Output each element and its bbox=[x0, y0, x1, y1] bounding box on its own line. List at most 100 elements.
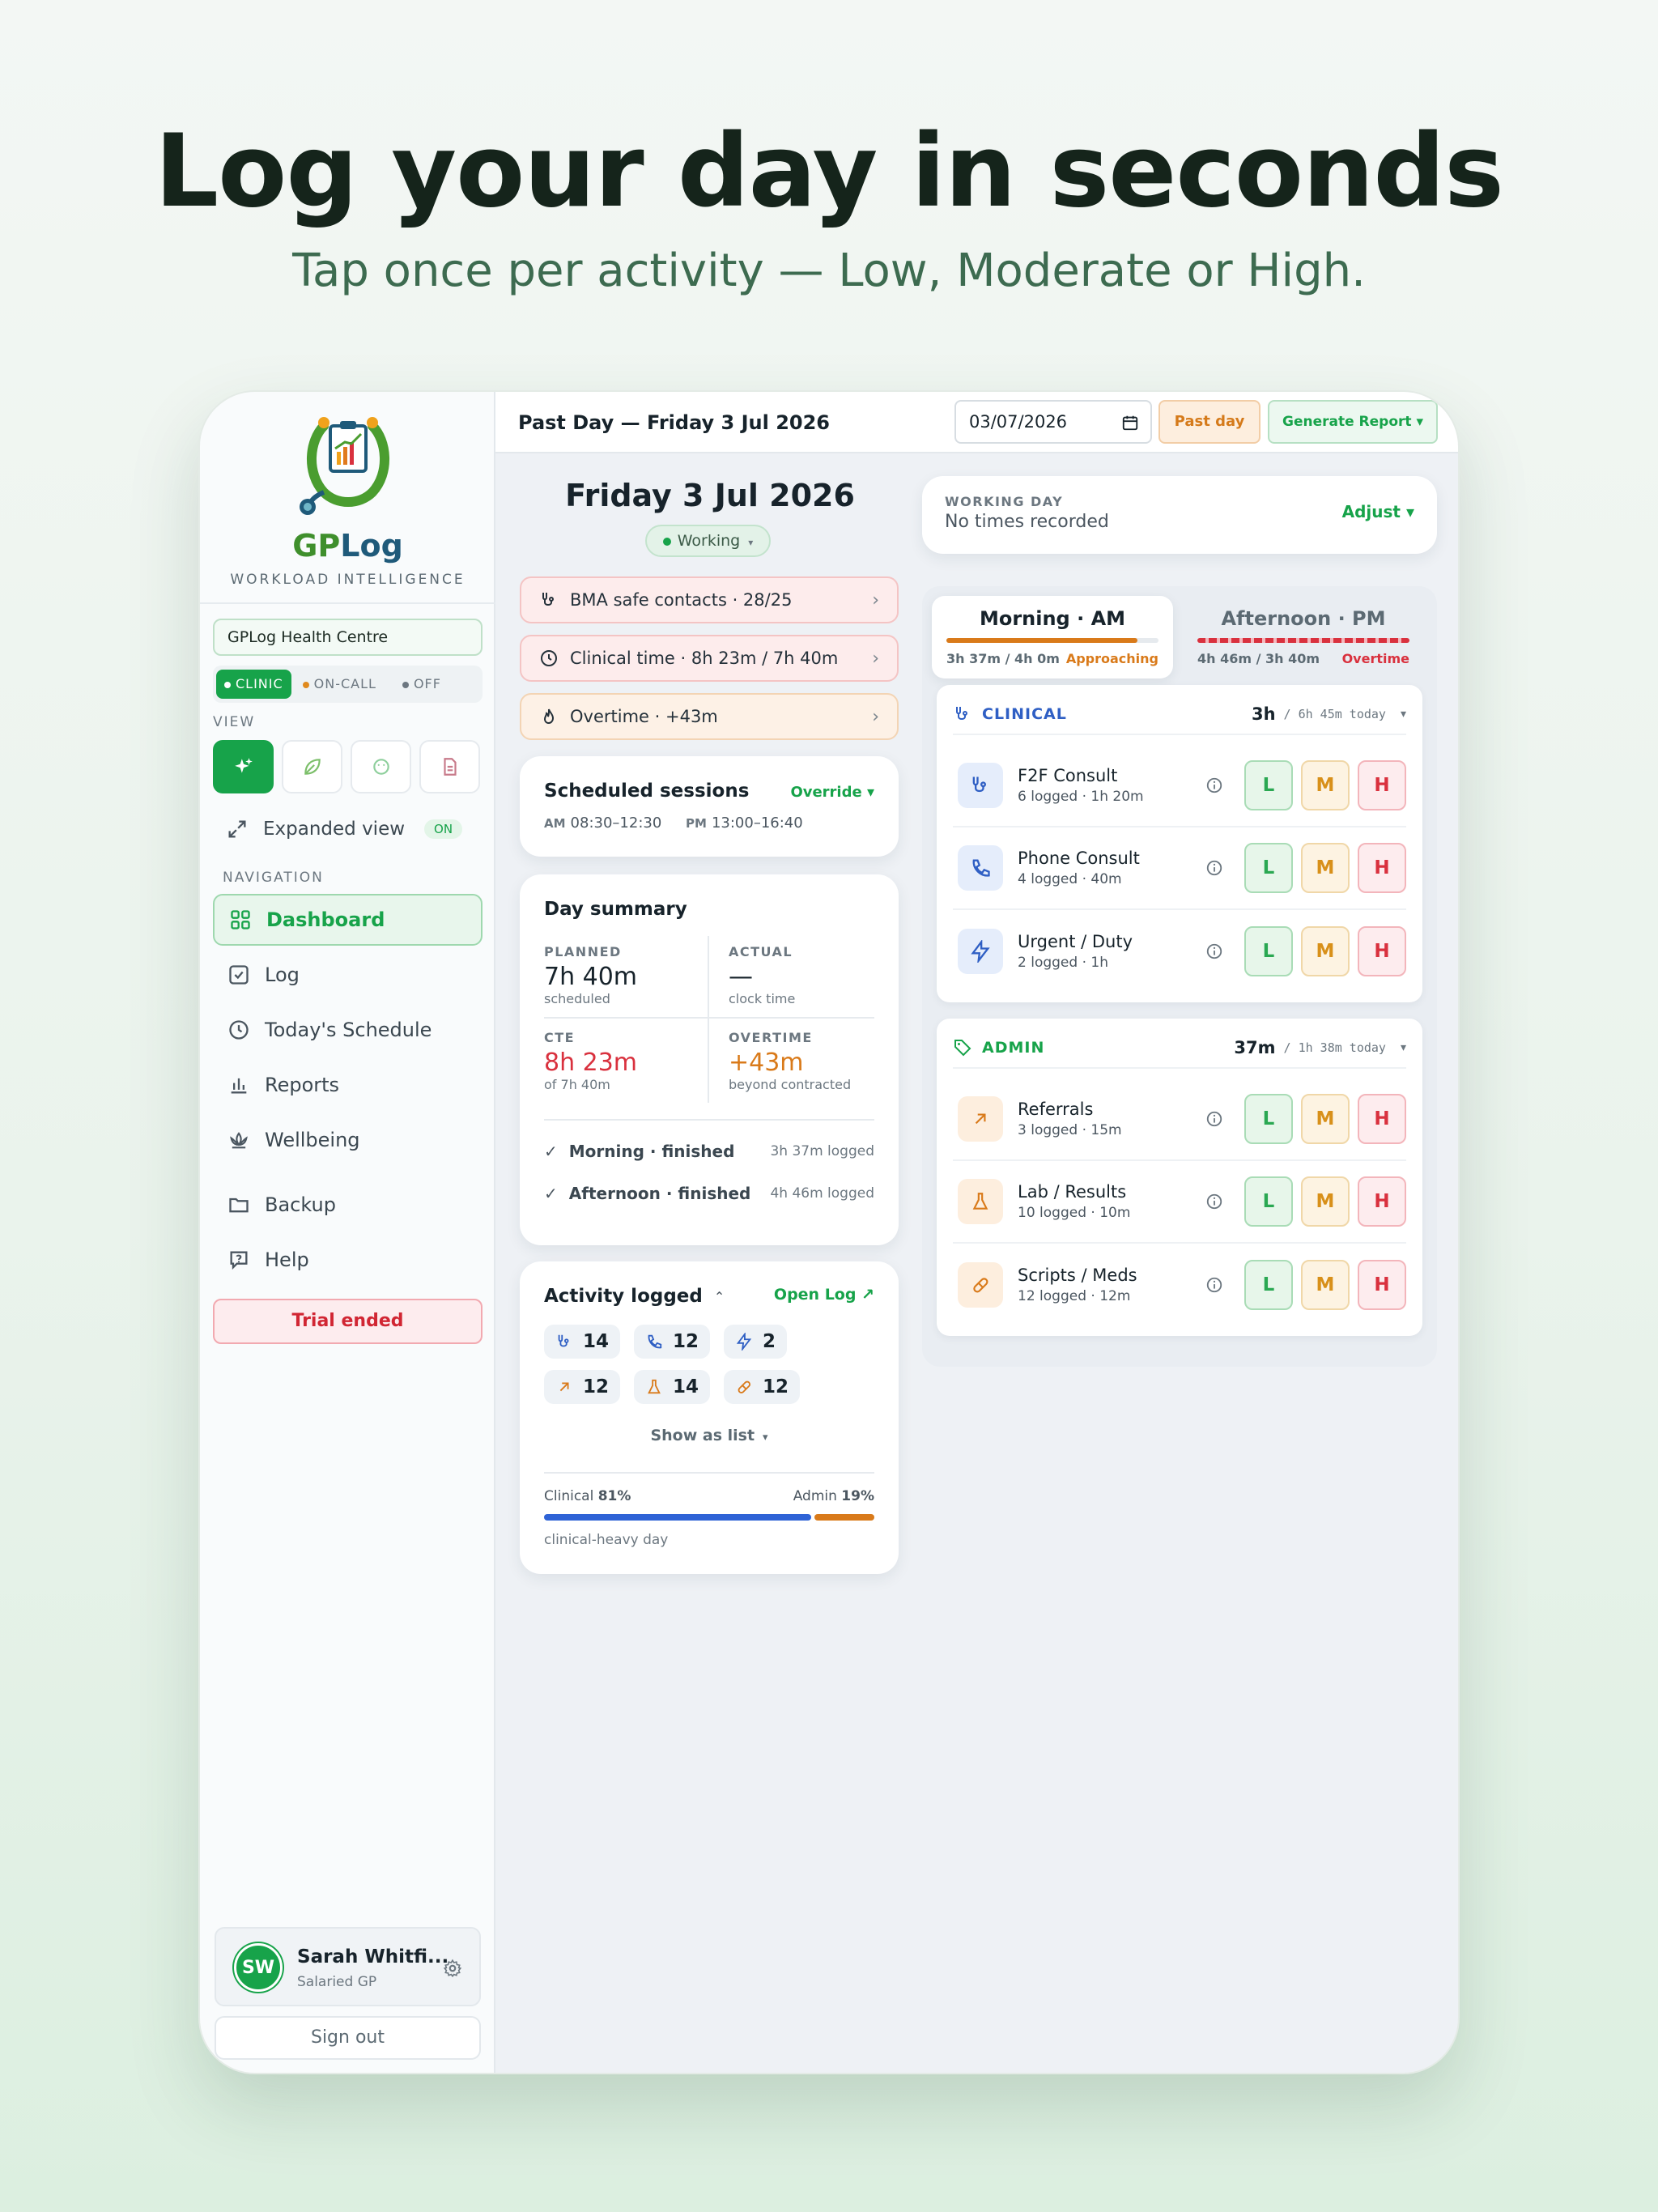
date-input[interactable]: 03/07/2026 bbox=[954, 400, 1152, 444]
view-document-button[interactable] bbox=[419, 740, 480, 793]
admin-total: 37m bbox=[1234, 1038, 1276, 1057]
alert-clinical-time[interactable]: Clinical time · 8h 23m / 7h 40m › bbox=[520, 635, 899, 682]
info-icon[interactable] bbox=[1205, 1193, 1223, 1210]
low-button[interactable]: L bbox=[1244, 1094, 1293, 1144]
chevron-down-icon: ▾ bbox=[763, 1431, 768, 1444]
nav-wellbeing[interactable]: Wellbeing bbox=[213, 1114, 483, 1166]
moderate-button[interactable]: M bbox=[1301, 760, 1350, 810]
pm-time: 13:00–16:40 bbox=[711, 815, 803, 832]
activity-name: Phone Consult bbox=[1018, 849, 1140, 868]
admin-split-label: Admin 19% bbox=[793, 1488, 874, 1504]
actual-cell: ACTUAL — clock time bbox=[729, 944, 795, 1006]
clinical-split-label: Clinical 81% bbox=[544, 1488, 631, 1504]
low-button[interactable]: L bbox=[1244, 843, 1293, 893]
info-icon[interactable] bbox=[1205, 1110, 1223, 1128]
scheduled-sessions-card: Scheduled sessions Override ▾ AM 08:30–12… bbox=[520, 756, 899, 857]
view-leaf-button[interactable] bbox=[282, 740, 342, 793]
tab-afternoon-progress bbox=[1197, 638, 1409, 643]
split-bar bbox=[544, 1514, 874, 1521]
nav-wellbeing-label: Wellbeing bbox=[265, 1129, 360, 1151]
practice-selector[interactable]: GPLog Health Centre bbox=[213, 619, 483, 656]
nav-todays-schedule[interactable]: Today's Schedule bbox=[213, 1004, 483, 1056]
arrow-up-right-icon bbox=[559, 1382, 569, 1392]
mode-off[interactable]: OFF bbox=[394, 670, 449, 699]
planned-label: PLANNED bbox=[544, 944, 622, 959]
count-phone: 12 bbox=[634, 1325, 711, 1359]
check-icon: ✓ bbox=[544, 1142, 558, 1161]
nav-help[interactable]: Help bbox=[213, 1234, 483, 1286]
override-button[interactable]: Override ▾ bbox=[790, 784, 874, 801]
trial-ended-button[interactable]: Trial ended bbox=[213, 1299, 483, 1344]
activity-logged-header[interactable]: Activity logged ⌃ bbox=[544, 1286, 725, 1307]
high-button[interactable]: H bbox=[1358, 843, 1406, 893]
moderate-button[interactable]: M bbox=[1301, 843, 1350, 893]
moderate-button[interactable]: M bbox=[1301, 1094, 1350, 1144]
nav-reports-label: Reports bbox=[265, 1074, 340, 1096]
nav-log[interactable]: Log bbox=[213, 949, 483, 1001]
expanded-view-state: ON bbox=[424, 819, 463, 839]
activity-meta: 6 logged · 1h 20m bbox=[1018, 789, 1144, 805]
high-button[interactable]: H bbox=[1358, 1094, 1406, 1144]
open-log-link[interactable]: Open Log ↗ bbox=[774, 1286, 874, 1304]
low-button[interactable]: L bbox=[1244, 926, 1293, 976]
info-icon[interactable] bbox=[1205, 1276, 1223, 1294]
expanded-view-toggle[interactable]: Expanded view ON bbox=[226, 818, 463, 840]
mode-clinic[interactable]: CLINIC bbox=[216, 670, 291, 699]
past-day-button[interactable]: Past day bbox=[1158, 400, 1261, 444]
sign-out-button[interactable]: Sign out bbox=[215, 2016, 481, 2060]
count-referrals: 12 bbox=[544, 1370, 621, 1404]
activity-name: Scripts / Meds bbox=[1018, 1266, 1137, 1285]
count-lab: 14 bbox=[634, 1370, 711, 1404]
nav-reports[interactable]: Reports bbox=[213, 1059, 483, 1111]
moderate-button[interactable]: M bbox=[1301, 1260, 1350, 1310]
activity-name: F2F Consult bbox=[1018, 766, 1118, 785]
tab-morning[interactable]: Morning · AM 3h 37m / 4h 0m Approaching bbox=[932, 596, 1173, 678]
view-circle-button[interactable] bbox=[351, 740, 411, 793]
mode-on-call[interactable]: ON-CALL bbox=[295, 670, 385, 699]
gear-icon[interactable] bbox=[442, 1958, 463, 1979]
am-time: 08:30–12:30 bbox=[570, 815, 662, 832]
sparkle-icon bbox=[234, 758, 253, 773]
alert-overtime[interactable]: Overtime · +43m › bbox=[520, 693, 899, 740]
high-button[interactable]: H bbox=[1358, 926, 1406, 976]
caret-down-icon: ▾ bbox=[1400, 708, 1406, 721]
info-icon[interactable] bbox=[1205, 776, 1223, 794]
pill-icon bbox=[958, 1262, 1003, 1308]
session-panel: Morning · AM 3h 37m / 4h 0m Approaching … bbox=[922, 586, 1437, 1367]
planned-cell: PLANNED 7h 40m scheduled bbox=[544, 944, 637, 1006]
clinical-section-header[interactable]: CLINICAL 3h / 6h 45m today ▾ bbox=[953, 695, 1406, 735]
bolt-icon bbox=[958, 929, 1003, 974]
admin-today: / 1h 38m today bbox=[1283, 1040, 1386, 1055]
high-button[interactable]: H bbox=[1358, 1176, 1406, 1227]
moderate-button[interactable]: M bbox=[1301, 1176, 1350, 1227]
am-label: AM bbox=[544, 816, 566, 831]
low-button[interactable]: L bbox=[1244, 760, 1293, 810]
activity-meta: 12 logged · 12m bbox=[1018, 1288, 1131, 1304]
day-title: Friday 3 Jul 2026 bbox=[565, 478, 855, 513]
generate-report-button[interactable]: Generate Report ▾ bbox=[1268, 400, 1438, 444]
admin-section-header[interactable]: ADMIN 37m / 1h 38m today ▾ bbox=[953, 1028, 1406, 1069]
high-button[interactable]: H bbox=[1358, 1260, 1406, 1310]
view-smart-button[interactable] bbox=[213, 740, 274, 793]
nav-dashboard[interactable]: Dashboard bbox=[213, 894, 483, 946]
user-card[interactable]: SW Sarah Whitfi... Salaried GP bbox=[215, 1927, 481, 2006]
alert-bma-safe-contacts[interactable]: BMA safe contacts · 28/25 › bbox=[520, 576, 899, 623]
clock-icon bbox=[541, 650, 557, 666]
tag-icon bbox=[954, 1040, 971, 1057]
low-button[interactable]: L bbox=[1244, 1260, 1293, 1310]
moderate-button[interactable]: M bbox=[1301, 926, 1350, 976]
planned-value: 7h 40m bbox=[544, 963, 638, 991]
high-button[interactable]: H bbox=[1358, 760, 1406, 810]
tab-afternoon[interactable]: Afternoon · PM 4h 46m / 3h 40m Overtime bbox=[1183, 596, 1424, 678]
show-as-list-button[interactable]: Show as list ▾ bbox=[520, 1427, 899, 1444]
low-button[interactable]: L bbox=[1244, 1176, 1293, 1227]
document-icon bbox=[443, 758, 457, 776]
nav-backup[interactable]: Backup bbox=[213, 1179, 483, 1231]
activity-name: Urgent / Duty bbox=[1018, 932, 1133, 951]
info-icon[interactable] bbox=[1205, 942, 1223, 960]
adjust-button[interactable]: Adjust ▾ bbox=[1342, 502, 1414, 521]
nav-backup-label: Backup bbox=[265, 1193, 336, 1216]
info-icon[interactable] bbox=[1205, 859, 1223, 877]
date-input-value: 03/07/2026 bbox=[969, 412, 1068, 432]
status-dropdown[interactable]: Working ▾ bbox=[645, 525, 771, 557]
